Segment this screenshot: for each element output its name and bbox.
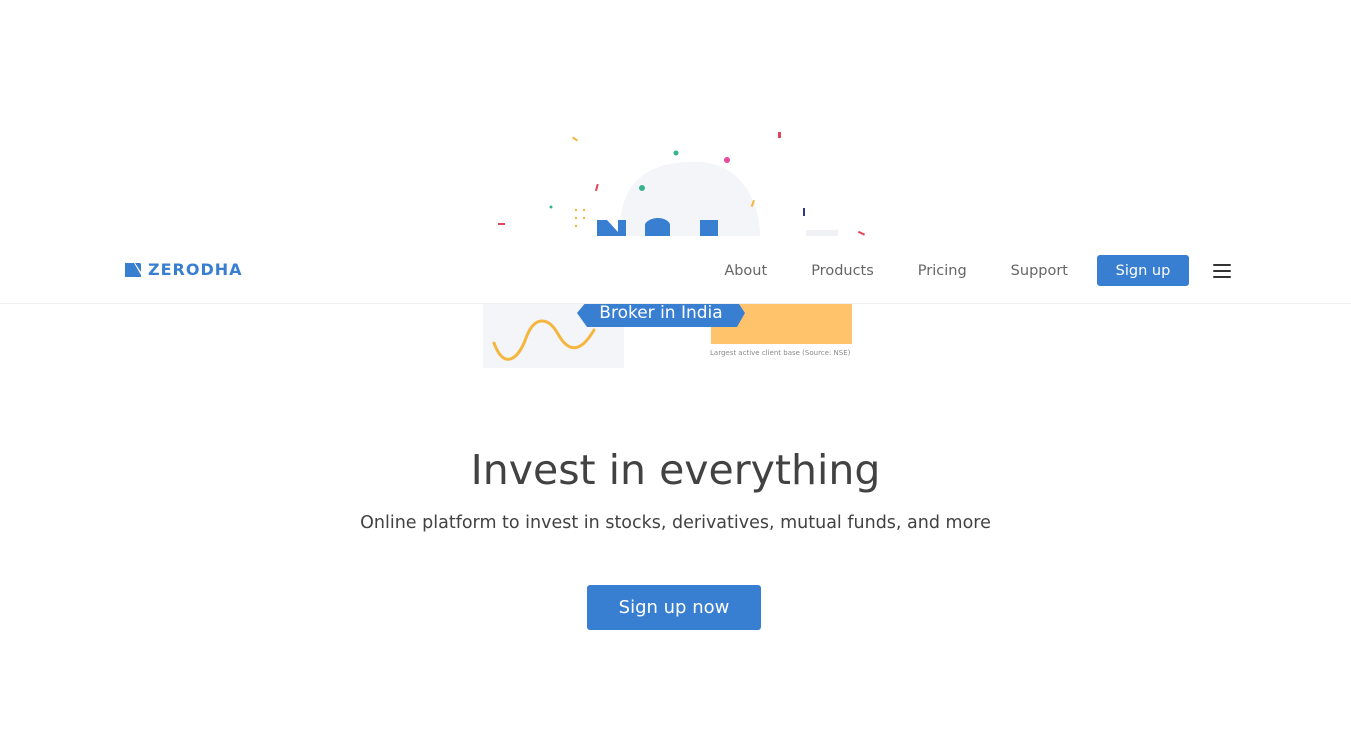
confetti	[803, 208, 805, 216]
number-one-fragment	[597, 220, 626, 236]
confetti	[549, 205, 553, 209]
page: Broker in India Largest active client ba…	[0, 0, 1351, 749]
confetti	[594, 183, 599, 192]
hamburger-menu-icon[interactable]	[1213, 263, 1231, 278]
confetti	[571, 136, 579, 142]
hero-subheading: Online platform to invest in stocks, der…	[360, 513, 991, 533]
nav-link-products[interactable]: Products	[811, 256, 874, 286]
confetti	[574, 216, 578, 220]
confetti	[498, 223, 505, 225]
number-one-fragment	[700, 220, 718, 236]
confetti	[582, 216, 586, 220]
ribbon-text: Broker in India	[599, 303, 723, 323]
menu-icon-bar	[1213, 275, 1231, 278]
logo-text: ZERODHA	[148, 260, 243, 279]
nav-links: About Products Pricing Support Sign up	[724, 255, 1231, 286]
confetti	[673, 150, 679, 156]
confetti	[778, 132, 781, 138]
confetti	[724, 157, 730, 163]
menu-icon-bar	[1213, 263, 1231, 266]
background-blob	[620, 161, 760, 236]
illustration-caption: Largest active client base (Source: NSE)	[710, 349, 851, 357]
nav-link-support[interactable]: Support	[1011, 256, 1068, 286]
menu-icon-bar	[1213, 269, 1231, 272]
nav-signup-button[interactable]: Sign up	[1097, 255, 1189, 286]
confetti	[857, 230, 866, 236]
number-one-fragment	[645, 218, 670, 236]
navbar: ZERODHA About Products Pricing Support S…	[0, 236, 1351, 304]
hero-heading: Invest in everything	[470, 446, 881, 494]
confetti	[574, 208, 578, 212]
confetti	[639, 185, 645, 191]
logo-link[interactable]: ZERODHA	[125, 260, 243, 279]
confetti	[574, 224, 578, 228]
confetti	[582, 208, 586, 212]
nav-link-about[interactable]: About	[724, 256, 767, 286]
nav-link-pricing[interactable]: Pricing	[918, 256, 967, 286]
signup-now-button[interactable]: Sign up now	[587, 585, 761, 630]
zerodha-logo-icon	[125, 262, 141, 277]
